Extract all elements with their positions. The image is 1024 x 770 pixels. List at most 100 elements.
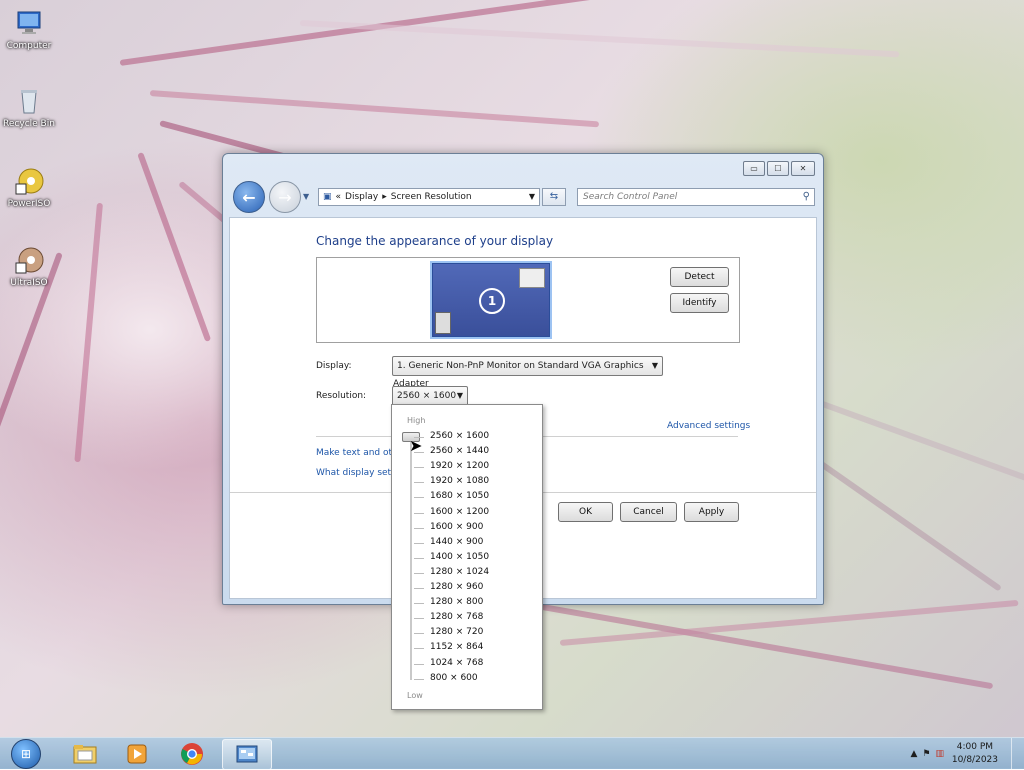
- slider-tick: [414, 527, 424, 529]
- close-button[interactable]: ✕: [791, 161, 815, 176]
- recycle-bin-icon: [14, 86, 44, 116]
- search-input[interactable]: Search Control Panel ⚲: [577, 188, 815, 206]
- cancel-button[interactable]: Cancel: [620, 502, 677, 522]
- resolution-option[interactable]: 1024 × 768: [430, 658, 483, 668]
- resolution-option[interactable]: 1600 × 1200: [430, 507, 489, 517]
- minimize-button[interactable]: ▭: [743, 161, 765, 176]
- slider-tick: [414, 618, 424, 620]
- resolution-option[interactable]: 1280 × 800: [430, 597, 483, 607]
- identify-button[interactable]: Identify: [670, 293, 729, 313]
- resolution-option[interactable]: 1280 × 960: [430, 582, 483, 592]
- taskbar-windows-explorer[interactable]: [61, 739, 109, 768]
- display-label: Display:: [316, 361, 352, 371]
- chevron-down-icon: ▼: [651, 361, 658, 370]
- show-desktop-button[interactable]: [1011, 738, 1024, 769]
- address-dropdown-icon[interactable]: ▼: [529, 192, 535, 201]
- slider-tick: [414, 482, 424, 484]
- computer-icon: [14, 8, 44, 38]
- clock-date: 10/8/2023: [951, 755, 998, 765]
- monitor-number: 1: [479, 288, 505, 314]
- resolution-option[interactable]: 1920 × 1080: [430, 476, 489, 486]
- ok-button[interactable]: OK: [558, 502, 613, 522]
- detect-button[interactable]: Detect: [670, 267, 729, 287]
- resolution-select-value: 2560 × 1600: [397, 391, 457, 401]
- refresh-icon: ⇆: [549, 191, 559, 202]
- taskbar-chrome[interactable]: [168, 739, 216, 768]
- resolution-option[interactable]: 800 × 600: [430, 673, 478, 683]
- search-icon[interactable]: ⚲: [803, 189, 810, 205]
- forward-arrow-icon: →: [278, 187, 292, 207]
- windows-logo-icon: ⊞: [11, 738, 41, 769]
- slider-tick: [414, 512, 424, 514]
- clock[interactable]: 4:00 PM 10/8/2023: [952, 741, 998, 767]
- resolution-option[interactable]: 1680 × 1050: [430, 491, 489, 501]
- slider-tick: [414, 603, 424, 605]
- slider-tick: [414, 467, 424, 469]
- show-hidden-icons-icon[interactable]: ▲: [910, 749, 917, 759]
- resolution-option[interactable]: 2560 × 1600: [430, 431, 489, 441]
- resolution-option[interactable]: 1280 × 768: [430, 612, 483, 622]
- history-dropdown-icon[interactable]: ▼: [303, 192, 309, 201]
- desktop-icon-label: Computer: [6, 41, 52, 51]
- advanced-settings-link[interactable]: Advanced settings: [667, 421, 750, 431]
- control-panel-icon: [236, 745, 258, 762]
- resolution-option[interactable]: 1920 × 1200: [430, 461, 489, 471]
- forward-button[interactable]: →: [269, 181, 301, 213]
- resolution-label: Resolution:: [316, 391, 367, 401]
- resolution-option[interactable]: 1440 × 900: [430, 537, 483, 547]
- slider-tick: [414, 497, 424, 499]
- windows-explorer-icon: [73, 744, 97, 763]
- address-bar[interactable]: ▣ « Display ▸ Screen Resolution ▼: [318, 188, 540, 206]
- slider-tick: [414, 678, 424, 680]
- desktop-icon-poweriso[interactable]: PowerISO: [0, 166, 58, 209]
- action-center-icon[interactable]: ⚑: [922, 749, 930, 759]
- window-thumbnail-icon: [519, 268, 545, 288]
- breadcrumb-display[interactable]: Display: [345, 192, 378, 202]
- apply-button[interactable]: Apply: [684, 502, 739, 522]
- back-arrow-icon: ←: [242, 187, 256, 207]
- desktop-icon-label: Recycle Bin: [3, 119, 55, 129]
- desktop-icon-computer[interactable]: Computer: [0, 8, 58, 51]
- resolution-option[interactable]: 1152 × 864: [430, 642, 483, 652]
- slider-tick: [414, 588, 424, 589]
- maximize-button[interactable]: ☐: [767, 161, 789, 176]
- display-select[interactable]: 1. Generic Non-PnP Monitor on Standard V…: [392, 356, 663, 389]
- media-player-icon: [127, 744, 147, 763]
- display-select-value: 1. Generic Non-PnP Monitor on Standard V…: [393, 361, 644, 389]
- desktop-icon-ultraiso[interactable]: UltraISO: [0, 245, 58, 288]
- start-button[interactable]: ⊞: [8, 738, 44, 769]
- back-button[interactable]: ←: [233, 181, 265, 213]
- desktop-icon-label: UltraISO: [10, 278, 48, 288]
- refresh-button[interactable]: ⇆: [542, 188, 566, 206]
- taskbar-control-panel[interactable]: [222, 739, 272, 770]
- slider-tick: [414, 663, 424, 665]
- ultraiso-icon: [14, 245, 44, 275]
- taskbar-media-player[interactable]: [113, 739, 161, 768]
- resolution-option[interactable]: 1400 × 1050: [430, 552, 489, 562]
- clock-time: 4:00 PM: [956, 742, 994, 752]
- search-placeholder: Search Control Panel: [583, 192, 678, 202]
- resolution-option[interactable]: 1280 × 720: [430, 627, 483, 637]
- resolution-select[interactable]: 2560 × 1600 ▼: [392, 386, 468, 406]
- breadcrumb-separator[interactable]: ▸: [382, 192, 387, 202]
- breadcrumb-screen-resolution[interactable]: Screen Resolution: [391, 192, 472, 202]
- window-controls: ▭ ☐ ✕: [743, 161, 815, 176]
- control-panel-icon: ▣: [323, 192, 332, 202]
- desktop-icon-label: PowerISO: [7, 199, 51, 209]
- monitor-1-preview[interactable]: 1: [432, 263, 550, 337]
- chrome-icon: [181, 742, 203, 765]
- page-title: Change the appearance of your display: [316, 234, 554, 248]
- desktop-icon-recycle-bin[interactable]: Recycle Bin: [0, 86, 58, 129]
- network-icon[interactable]: ▥: [935, 749, 944, 759]
- slider-tick: [414, 542, 424, 544]
- resolution-option[interactable]: 2560 × 1440: [430, 446, 489, 456]
- resolution-slider-track[interactable]: [410, 435, 412, 680]
- resolution-option[interactable]: 1600 × 900: [430, 522, 483, 532]
- resolution-option[interactable]: 1280 × 1024: [430, 567, 489, 577]
- taskbar: ⊞ ▲ ⚑ ▥ 4:00 PM 10/8/2023: [0, 737, 1024, 770]
- slider-tick: [414, 452, 424, 454]
- slider-tick: [414, 633, 424, 635]
- chevron-down-icon: ▼: [456, 391, 463, 400]
- high-label: High: [407, 416, 426, 425]
- low-label: Low: [407, 691, 423, 700]
